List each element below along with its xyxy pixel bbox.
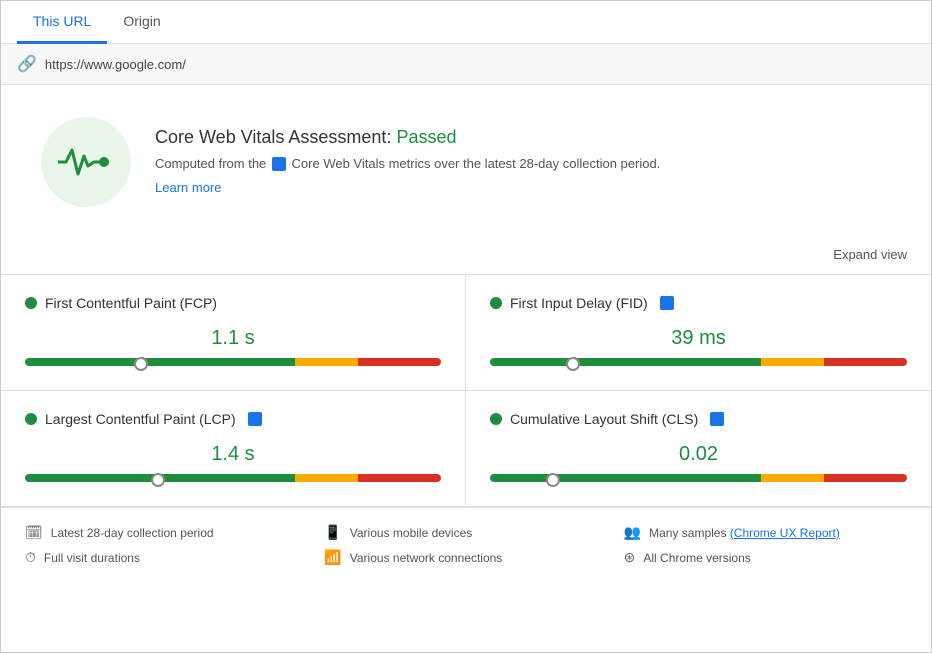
metric-dot-fcp xyxy=(25,297,37,309)
footer-section: 🗓 Latest 28-day collection period 📱 Various… xyxy=(1,507,931,582)
vitals-icon-circle xyxy=(41,117,131,207)
metric-card-lcp: Largest Contentful Paint (LCP) 1.4 s xyxy=(1,391,466,507)
metric-header-lcp: Largest Contentful Paint (LCP) xyxy=(25,411,441,427)
footer-text-network: Various network connections xyxy=(350,551,503,565)
footer-item-chrome-ux: 👥 Many samples (Chrome UX Report) xyxy=(624,524,907,541)
metric-card-fcp: First Contentful Paint (FCP) 1.1 s xyxy=(1,275,466,391)
assessment-text: Core Web Vitals Assessment: Passed Compu… xyxy=(155,127,660,198)
metric-header-fid: First Input Delay (FID) xyxy=(490,295,907,311)
bar-marker-cls xyxy=(548,470,558,486)
expand-view-button[interactable]: Expand view xyxy=(825,243,915,266)
cwv-tag-cls xyxy=(710,412,724,426)
metric-value-fcp: 1.1 s xyxy=(25,327,441,350)
cwv-badge xyxy=(272,157,286,171)
footer-icon-chrome-versions: ⊛ xyxy=(624,549,636,566)
metric-bar-fid xyxy=(490,358,907,366)
metric-name-fcp: First Contentful Paint (FCP) xyxy=(45,295,217,311)
cwv-tag-fid xyxy=(660,296,674,310)
footer-item-chrome-versions: ⊛ All Chrome versions xyxy=(624,549,907,566)
assessment-title: Core Web Vitals Assessment: Passed xyxy=(155,127,660,148)
bar-marker-fcp xyxy=(136,354,146,370)
tab-origin[interactable]: Origin xyxy=(107,1,176,44)
cwv-tag-lcp xyxy=(248,412,262,426)
footer-item-collection-period: 🗓 Latest 28-day collection period xyxy=(25,524,308,541)
metrics-grid: First Contentful Paint (FCP) 1.1 s First I… xyxy=(1,274,931,507)
bar-marker-fid xyxy=(568,354,578,370)
metric-name-fid: First Input Delay (FID) xyxy=(510,295,648,311)
metric-dot-lcp xyxy=(25,413,37,425)
footer-item-mobile-devices: 📱 Various mobile devices xyxy=(324,524,607,541)
url-bar: 🔗 https://www.google.com/ xyxy=(1,44,931,85)
footer-text-visit-durations: Full visit durations xyxy=(44,551,140,565)
metric-header-fcp: First Contentful Paint (FCP) xyxy=(25,295,441,311)
metric-value-lcp: 1.4 s xyxy=(25,443,441,466)
metric-card-cls: Cumulative Layout Shift (CLS) 0.02 xyxy=(466,391,931,507)
url-text: https://www.google.com/ xyxy=(45,57,186,72)
metric-value-cls: 0.02 xyxy=(490,443,907,466)
assessment-status: Passed xyxy=(396,127,456,147)
metric-bar-lcp xyxy=(25,474,441,482)
metric-value-fid: 39 ms xyxy=(490,327,907,350)
footer-text-mobile-devices: Various mobile devices xyxy=(350,526,473,540)
learn-more-link[interactable]: Learn more xyxy=(155,180,221,195)
footer-icon-collection-period: 🗓 xyxy=(25,524,43,541)
vitals-waveform-icon xyxy=(58,142,114,182)
metric-name-lcp: Largest Contentful Paint (LCP) xyxy=(45,411,236,427)
footer-text-chrome-versions: All Chrome versions xyxy=(643,551,750,565)
tab-bar: This URL Origin xyxy=(1,1,931,44)
metric-card-fid: First Input Delay (FID) 39 ms xyxy=(466,275,931,391)
metric-dot-cls xyxy=(490,413,502,425)
metric-dot-fid xyxy=(490,297,502,309)
footer-link-chrome-ux[interactable]: (Chrome UX Report) xyxy=(730,526,840,540)
footer-item-visit-durations: ⏱ Full visit durations xyxy=(25,549,308,566)
tab-this-url[interactable]: This URL xyxy=(17,1,107,44)
expand-bar: Expand view xyxy=(1,239,931,274)
assessment-section: Core Web Vitals Assessment: Passed Compu… xyxy=(1,85,931,239)
footer-icon-visit-durations: ⏱ xyxy=(25,549,36,566)
metric-bar-cls xyxy=(490,474,907,482)
footer-item-network: 📶 Various network connections xyxy=(324,549,607,566)
metric-name-cls: Cumulative Layout Shift (CLS) xyxy=(510,411,698,427)
metric-bar-fcp xyxy=(25,358,441,366)
footer-text-chrome-ux: Many samples (Chrome UX Report) xyxy=(649,526,840,540)
footer-icon-mobile-devices: 📱 xyxy=(324,524,341,541)
link-icon: 🔗 xyxy=(17,54,37,74)
assessment-description: Computed from the Core Web Vitals metric… xyxy=(155,154,660,174)
bar-marker-lcp xyxy=(153,470,163,486)
footer-icon-chrome-ux: 👥 xyxy=(624,524,641,541)
metric-header-cls: Cumulative Layout Shift (CLS) xyxy=(490,411,907,427)
footer-text-collection-period: Latest 28-day collection period xyxy=(51,526,214,540)
footer-icon-network: 📶 xyxy=(324,549,341,566)
